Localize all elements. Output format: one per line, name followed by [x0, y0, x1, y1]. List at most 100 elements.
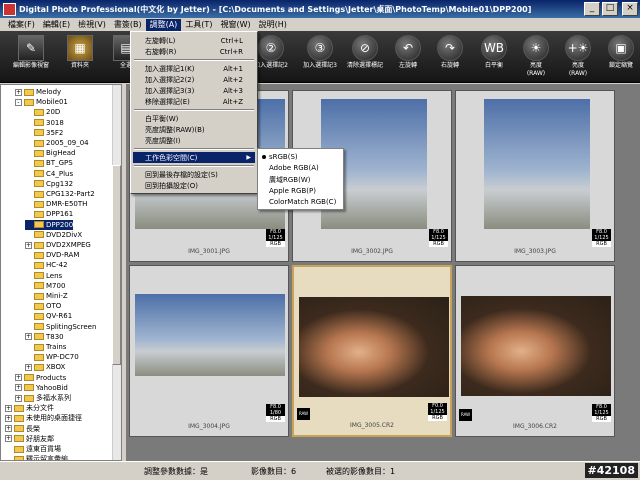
tree-item[interactable]: 3018	[25, 118, 64, 128]
tree-item[interactable]: 20D	[25, 107, 60, 117]
toolbar-button-11[interactable]: ▣ 鎖定縮覽	[598, 35, 640, 81]
tree-item[interactable]: DPP161	[25, 209, 73, 219]
tree-item[interactable]: 釋示留言彙編	[5, 454, 68, 460]
close-button[interactable]: ×	[622, 2, 638, 16]
tree-item[interactable]: + 多福水系列	[15, 393, 71, 403]
tree-scrollbar[interactable]	[112, 85, 121, 460]
tree-expand-icon[interactable]: +	[5, 425, 12, 433]
tree-item[interactable]: DVD2DivX	[25, 230, 82, 240]
tree-item[interactable]: + 長榮	[5, 424, 40, 434]
adjust-menu-item[interactable]: 移除選擇記(E) Alt+Z	[133, 96, 255, 107]
adjust-menu-item[interactable]: 亮度調整(I)	[133, 135, 255, 146]
thumbnail-cell[interactable]: F8.0 1/125 RGB RAW IMG_3006.CR2	[455, 265, 615, 437]
color-space-item[interactable]: Adobe RGB(A)	[259, 163, 342, 174]
tree-item[interactable]: CPG132-Part2	[25, 189, 95, 199]
tree-item[interactable]: + T830	[25, 332, 64, 342]
tree-item[interactable]: HC-42	[25, 260, 68, 270]
toolbar-button-0[interactable]: ✎ 編輯影像視窗	[8, 35, 54, 81]
menu-6[interactable]: 視窗(W)	[216, 19, 254, 31]
tree-item[interactable]: M700	[25, 281, 65, 291]
menu-item-label: 亮度調整(I)	[145, 136, 181, 145]
tree-expand-icon[interactable]: +	[15, 88, 22, 96]
color-space-item[interactable]: Apple RGB(P)	[259, 186, 342, 197]
tree-expand-icon[interactable]: +	[5, 414, 12, 422]
tree-item-label: 未分文件	[26, 404, 54, 413]
toolbar-button-10[interactable]: +☀ 亮度 (RAW)	[555, 35, 601, 81]
adjust-menu-item[interactable]: 右旋轉(R) Ctrl+R	[133, 46, 255, 57]
tree-item[interactable]: SplitingScreen	[25, 322, 96, 332]
menu-1[interactable]: 編輯(E)	[39, 19, 74, 31]
color-space-item[interactable]: sRGB(S)	[259, 152, 342, 163]
tree-item[interactable]: - Mobile01	[15, 97, 68, 107]
color-space-item[interactable]: 廣域RGB(W)	[259, 174, 342, 185]
tree-item[interactable]: C4_Plus	[25, 169, 73, 179]
toolbar-button-8[interactable]: WB 白平衡	[471, 35, 517, 81]
tree-item[interactable]: + Melody	[15, 87, 61, 97]
color-space-item[interactable]: ColorMatch RGB(C)	[259, 197, 342, 208]
menu-7[interactable]: 說明(H)	[255, 19, 291, 31]
tree-expand-icon[interactable]: +	[25, 241, 32, 249]
tree-item[interactable]: WP-DC70	[25, 352, 79, 362]
folder-tree[interactable]: + Melody - Mobile01 20D 3018 35F2 2005_09_04 Big…	[0, 84, 122, 461]
adjust-menu-item[interactable]: 加入選擇記2(2) Alt+2	[133, 74, 255, 85]
tree-item[interactable]: OTO	[25, 301, 61, 311]
tree-expand-icon[interactable]: +	[15, 374, 22, 382]
tree-item[interactable]: + YahooBid	[15, 383, 68, 393]
adjust-menu-item[interactable]: 工作色彩空間(C) ▶	[133, 152, 255, 163]
thumbnail-cell[interactable]: F8.0 1/125 RGB IMG_3003.JPG	[455, 90, 615, 262]
tree-item-label: WP-DC70	[46, 353, 79, 362]
tree-item[interactable]: + XBOX	[25, 362, 65, 372]
app-icon	[3, 2, 16, 16]
tree-expand-icon[interactable]: +	[5, 435, 12, 443]
tree-expand-icon[interactable]: +	[25, 363, 32, 371]
toolbar-button-7[interactable]: ↷ 右旋轉	[427, 35, 473, 81]
adjust-menu-item[interactable]: 加入選擇記1(K) Alt+1	[133, 63, 255, 74]
minimize-button[interactable]: _	[584, 2, 600, 16]
tree-item[interactable]: 35F2	[25, 128, 63, 138]
adjust-menu-item[interactable]: 回到拍攝設定(O)	[133, 180, 255, 191]
tree-item[interactable]: 2005_09_04	[25, 138, 89, 148]
adjust-menu-item[interactable]: 加入選擇記3(3) Alt+3	[133, 85, 255, 96]
tree-item[interactable]: + 未使用的桌面捷徑	[5, 413, 82, 423]
tree-item[interactable]: DVD-RAM	[25, 250, 79, 260]
tree-item[interactable]: DMR-E50TH	[25, 199, 87, 209]
tree-item[interactable]: Trains	[25, 342, 66, 352]
tree-item[interactable]: + 好朋友鄰	[5, 434, 54, 444]
tree-expand-icon[interactable]: -	[15, 98, 22, 106]
maximize-button[interactable]: □	[602, 2, 618, 16]
toolbar-button-5[interactable]: ⊘ 清除選擇標記	[342, 35, 388, 81]
tree-item[interactable]: BigHead	[25, 148, 76, 158]
tree-item[interactable]: Mini-Z	[25, 291, 68, 301]
toolbar-button-4[interactable]: ③ 加入選擇記3	[297, 35, 343, 81]
toolbar-button-6[interactable]: ↶ 左旋轉	[385, 35, 431, 81]
thumbnail-cell[interactable]: F8.0 1/80 RGB IMG_3004.JPG	[129, 265, 289, 437]
tree-scroll-thumb[interactable]	[112, 165, 121, 365]
tree-expand-icon[interactable]: +	[15, 394, 22, 402]
menu-2[interactable]: 檢視(V)	[74, 19, 110, 31]
tree-expand-icon[interactable]: +	[15, 384, 22, 392]
toolbar-button-9[interactable]: ☀ 亮度 (RAW)	[513, 35, 559, 81]
toolbar-button-1[interactable]: ▦ 資料夾	[57, 35, 103, 81]
menu-3[interactable]: 書簽(B)	[110, 19, 146, 31]
tree-item[interactable]: + DVD2XMPEG	[25, 240, 91, 250]
tree-item[interactable]: BT_GPS	[25, 158, 73, 168]
menu-4[interactable]: 調整(A)	[145, 18, 182, 31]
adjust-menu-item[interactable]: 左旋轉(L) Ctrl+L	[133, 35, 255, 46]
adjust-menu-item[interactable]: 白平衡(W)	[133, 113, 255, 124]
tree-item[interactable]: + Products	[15, 373, 66, 383]
tree-item[interactable]: 遠東百貨場	[5, 444, 61, 454]
adjust-menu-item[interactable]: 亮度調整(RAW)(B)	[133, 124, 255, 135]
tree-item[interactable]: + 未分文件	[5, 403, 54, 413]
adjust-menu-item[interactable]: 回到最後存檔的設定(S)	[133, 169, 255, 180]
thumbnail-cell[interactable]: F0.0 1/125 RGB RAW IMG_3005.CR2	[292, 265, 452, 437]
menu-0[interactable]: 檔案(F)	[4, 19, 39, 31]
tree-item[interactable]: QV-R61	[25, 311, 72, 321]
tree-item[interactable]: Cpg132	[25, 179, 73, 189]
tree-item[interactable]: Lens	[25, 271, 62, 281]
menu-5[interactable]: 工具(T)	[181, 19, 216, 31]
tree-expand-icon[interactable]: +	[5, 404, 12, 412]
tree-item[interactable]: DPP200	[25, 219, 74, 230]
folder-icon	[34, 210, 44, 218]
exif-color-space: RGB	[429, 241, 448, 247]
tree-expand-icon[interactable]: +	[25, 333, 32, 341]
